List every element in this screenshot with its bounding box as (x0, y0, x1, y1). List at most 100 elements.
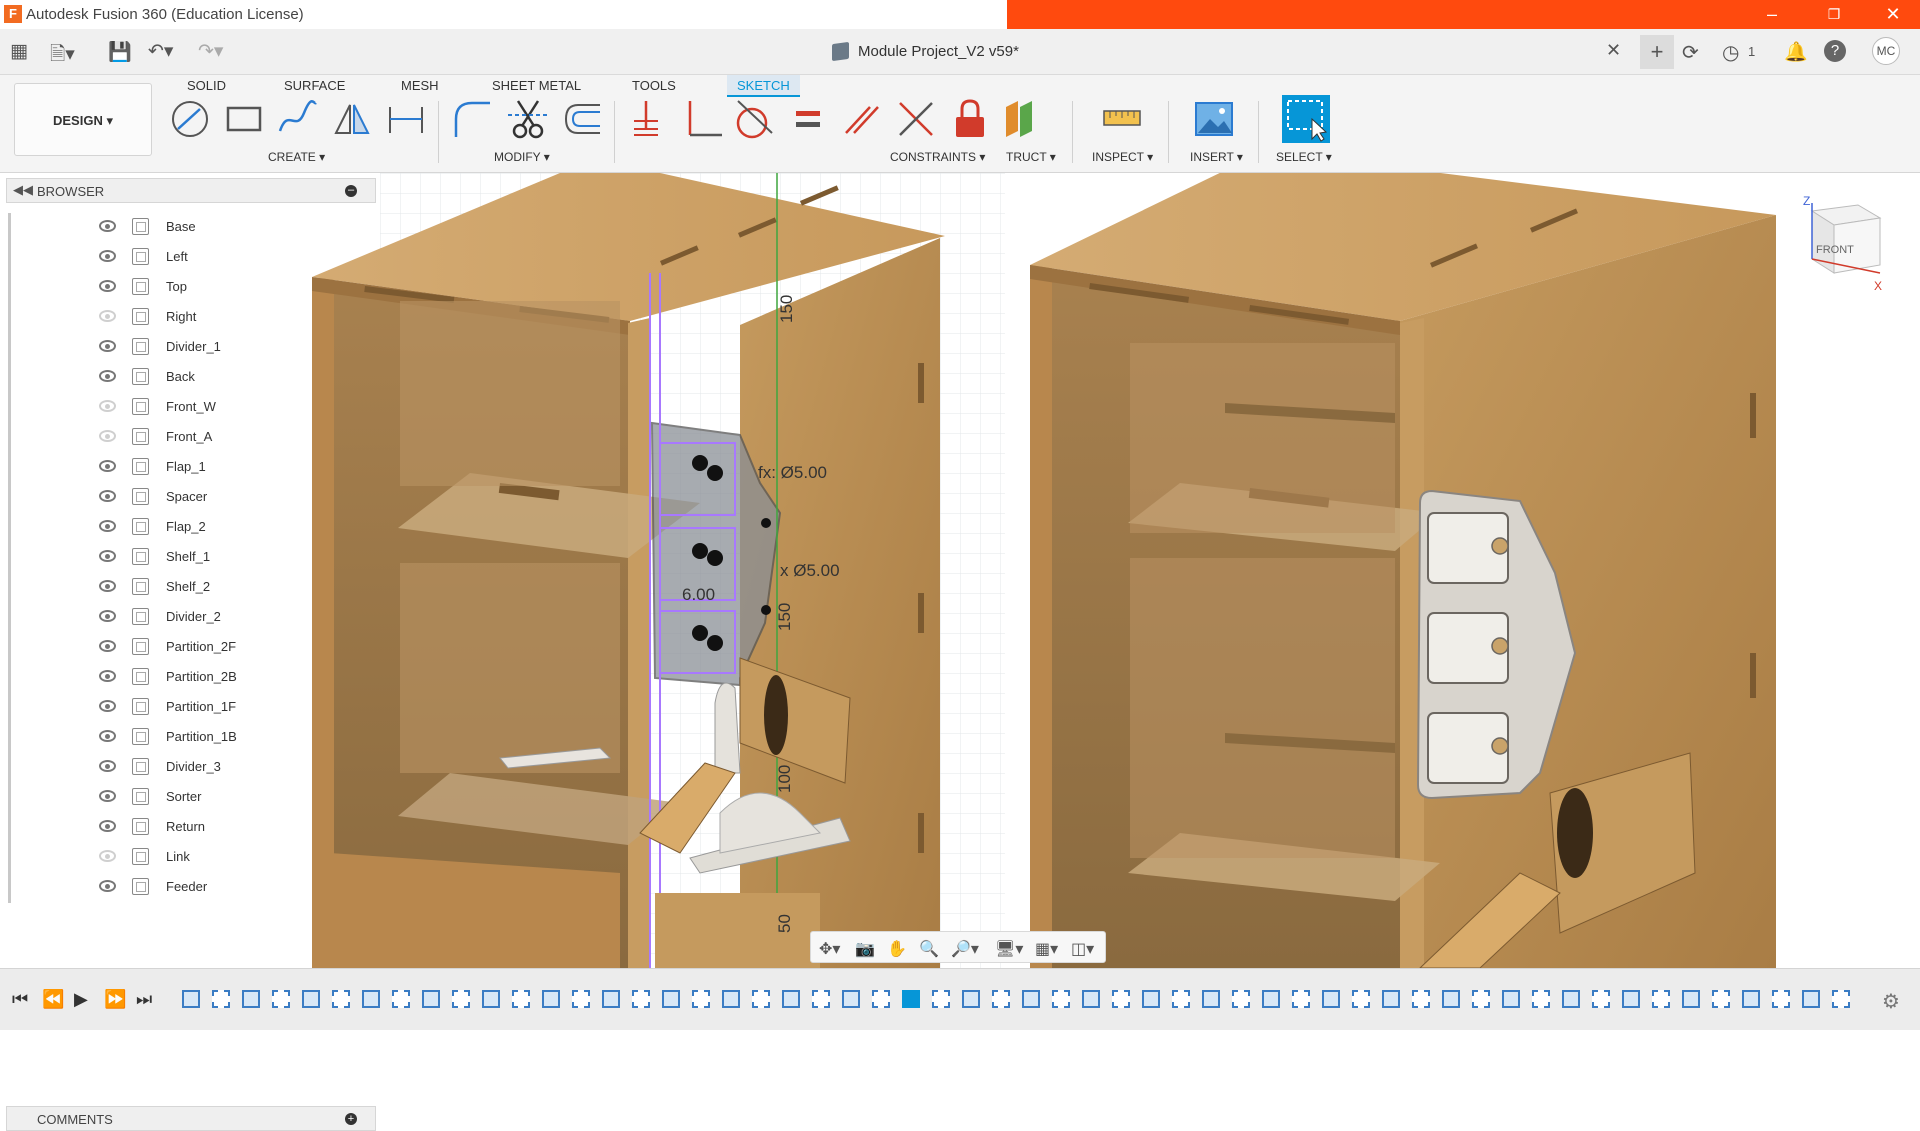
browser-component[interactable]: Link (96, 846, 236, 870)
visibility-eye-icon[interactable] (99, 670, 116, 682)
tab-surface[interactable]: SURFACE (284, 75, 345, 97)
timeline-feature-icon[interactable] (1022, 990, 1040, 1008)
modify-menu[interactable]: MODIFY ▾ (494, 150, 550, 164)
timeline-feature-icon[interactable] (1742, 990, 1760, 1008)
visibility-eye-icon[interactable] (99, 340, 116, 352)
timeline-feature-icon[interactable] (782, 990, 800, 1008)
user-avatar[interactable]: MC (1872, 37, 1900, 65)
select-menu[interactable]: SELECT ▾ (1276, 150, 1332, 164)
browser-component[interactable]: Feeder (96, 876, 236, 900)
timeline-feature-icon[interactable] (572, 990, 590, 1008)
visibility-eye-icon[interactable] (99, 520, 116, 532)
add-comment-icon[interactable]: + (345, 1113, 357, 1125)
timeline-feature-icon[interactable] (422, 990, 440, 1008)
inspect-menu[interactable]: INSPECT ▾ (1092, 150, 1153, 164)
timeline-feature-icon[interactable] (872, 990, 890, 1008)
timeline-feature-icon[interactable] (992, 990, 1010, 1008)
browser-component[interactable]: Flap_1 (96, 456, 236, 480)
offset-tool-icon[interactable] (560, 97, 604, 141)
constraints-menu[interactable]: CONSTRAINTS ▾ (890, 150, 985, 164)
timeline-feature-icon[interactable] (1202, 990, 1220, 1008)
visibility-eye-icon[interactable] (99, 790, 116, 802)
visibility-eye-icon[interactable] (99, 730, 116, 742)
timeline-feature-icon[interactable] (1712, 990, 1730, 1008)
timeline-feature-icon[interactable] (1832, 990, 1850, 1008)
browser-component[interactable]: Top (96, 276, 236, 300)
view-cube-face-label[interactable]: FRONT (1816, 244, 1854, 256)
timeline-feature-icon[interactable] (1232, 990, 1250, 1008)
cabinet-model-right[interactable] (1030, 173, 1776, 968)
timeline-feature-icon[interactable] (1442, 990, 1460, 1008)
timeline-feature-icon[interactable] (1052, 990, 1070, 1008)
timeline-feature-icon[interactable] (1802, 990, 1820, 1008)
timeline-play-icon[interactable]: ▶ (74, 989, 88, 1010)
timeline-feature-icon[interactable] (692, 990, 710, 1008)
tangent-constraint-icon[interactable] (732, 97, 776, 141)
extensions-icon[interactable]: ⟳ (1682, 40, 1699, 65)
zoom-icon[interactable]: 🔍 (919, 939, 939, 959)
timeline-feature-icon[interactable] (452, 990, 470, 1008)
timeline-feature-icon[interactable] (1562, 990, 1580, 1008)
equal-constraint-icon[interactable] (786, 97, 830, 141)
visibility-eye-icon[interactable] (99, 310, 116, 322)
timeline-feature-icon[interactable] (1142, 990, 1160, 1008)
visibility-eye-icon[interactable] (99, 430, 116, 442)
visibility-eye-icon[interactable] (99, 760, 116, 772)
browser-component[interactable]: Sorter (96, 786, 236, 810)
zoom-window-icon[interactable]: 🔎▾ (951, 939, 979, 959)
timeline-feature-icon[interactable] (1082, 990, 1100, 1008)
pan-icon[interactable]: ✋ (887, 939, 907, 959)
timeline-feature-icon[interactable] (752, 990, 770, 1008)
timeline-feature-icon[interactable] (1682, 990, 1700, 1008)
close-tab-icon[interactable]: ✕ (1606, 40, 1621, 61)
visibility-eye-icon[interactable] (99, 220, 116, 232)
close-button[interactable]: ✕ (1870, 0, 1916, 29)
workspace-switcher[interactable]: DESIGN ▾ (14, 83, 152, 156)
visibility-eye-icon[interactable] (99, 400, 116, 412)
timeline-feature-icon[interactable] (512, 990, 530, 1008)
visibility-eye-icon[interactable] (99, 580, 116, 592)
browser-component[interactable]: Divider_3 (96, 756, 236, 780)
visibility-eye-icon[interactable] (99, 880, 116, 892)
timeline-feature-icon[interactable] (1532, 990, 1550, 1008)
measure-icon[interactable] (1100, 97, 1144, 141)
diameter-dimension-mid[interactable]: x Ø5.00 (780, 561, 840, 580)
collapse-browser-icon[interactable]: ◀◀ (13, 182, 33, 198)
timeline-feature-icon[interactable] (1112, 990, 1130, 1008)
timeline-feature-icon[interactable] (962, 990, 980, 1008)
tab-tools[interactable]: TOOLS (632, 75, 676, 97)
undo-icon[interactable]: ↶▾ (148, 40, 173, 63)
new-tab-icon[interactable]: + (1640, 35, 1674, 69)
browser-component[interactable]: Partition_1B (96, 726, 237, 750)
browser-component[interactable]: Flap_2 (96, 516, 236, 540)
restore-button[interactable]: ❐ (1811, 0, 1857, 29)
rectangle-tool-icon[interactable] (222, 97, 266, 141)
timeline-feature-icon[interactable] (212, 990, 230, 1008)
timeline-feature-icon[interactable] (332, 990, 350, 1008)
browser-component[interactable]: Shelf_1 (96, 546, 236, 570)
display-settings-icon[interactable]: 🖥▾ (995, 939, 1023, 959)
job-status-icon[interactable]: ◷ (1722, 40, 1739, 65)
help-icon[interactable]: ? (1824, 40, 1846, 62)
browser-header[interactable]: ◀◀ BROWSER – (6, 178, 376, 203)
browser-component[interactable]: Left (96, 246, 236, 270)
coincident-constraint-icon[interactable] (626, 97, 670, 141)
view-cube[interactable]: FRONT Z X (1803, 194, 1882, 293)
document-tab-title[interactable]: Module Project_V2 v59* (858, 43, 1019, 60)
notifications-icon[interactable]: 🔔 (1784, 40, 1808, 64)
parallel-constraint-icon[interactable] (840, 97, 884, 141)
browser-component[interactable]: Front_W (96, 396, 236, 420)
construct-menu[interactable]: TRUCT ▾ (1006, 150, 1056, 164)
mirror-tool-icon[interactable] (330, 97, 374, 141)
timeline-feature-icon[interactable] (182, 990, 200, 1008)
comments-panel[interactable]: COMMENTS + (6, 1106, 376, 1131)
timeline-feature-icon[interactable] (1592, 990, 1610, 1008)
timeline-feature-icon[interactable] (1262, 990, 1280, 1008)
timeline-feature-icon[interactable] (632, 990, 650, 1008)
browser-component[interactable]: Spacer (96, 486, 236, 510)
line-tool-icon[interactable] (168, 97, 212, 141)
visibility-eye-icon[interactable] (99, 250, 116, 262)
fix-constraint-icon[interactable] (948, 97, 992, 141)
timeline-feature-icon[interactable] (1352, 990, 1370, 1008)
browser-component[interactable]: Divider_1 (96, 336, 236, 360)
